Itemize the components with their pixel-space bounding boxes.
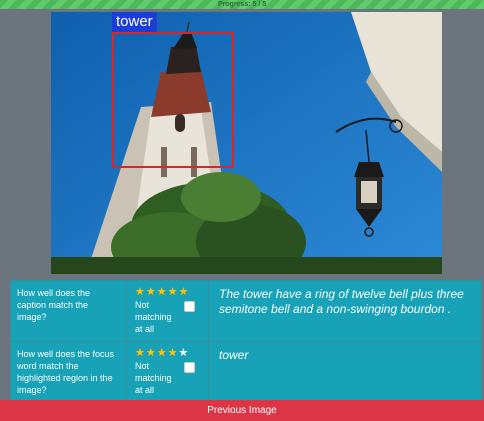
previous-image-button[interactable]: Previous Image [0,400,484,421]
not-matching-label: Not matching at all [135,300,172,334]
focus-response: tower [208,341,482,403]
progress-bar: Progress: 5 / 5 [0,0,484,9]
focus-star-rating[interactable]: ★ ★ ★ ★ ★ [135,348,202,359]
star-icon[interactable]: ★ [157,287,167,298]
caption-star-rating[interactable]: ★ ★ ★ ★ ★ [135,287,202,298]
not-matching-option: Not matching at all [135,299,202,335]
star-icon[interactable]: ★ [179,348,189,359]
rating-table: How well does the caption match the imag… [10,280,482,403]
star-icon[interactable]: ★ [146,287,156,298]
star-icon[interactable]: ★ [157,348,167,359]
highlighted-region-box [112,32,234,168]
star-icon[interactable]: ★ [168,287,178,298]
focus-rating-cell: ★ ★ ★ ★ ★ Not matching at all [126,341,209,403]
not-matching-option: Not matching at all [135,360,202,396]
table-row: How well does the caption match the imag… [10,280,482,342]
focus-question: How well does the focus word match the h… [10,341,127,403]
table-row: How well does the focus word match the h… [10,341,482,403]
photo [51,12,442,274]
checkbox-icon[interactable] [184,301,195,312]
star-icon[interactable]: ★ [135,287,145,298]
progress-label: Progress: 5 / 5 [217,1,267,8]
caption-rating-cell: ★ ★ ★ ★ ★ Not matching at all [126,280,209,342]
star-icon[interactable]: ★ [168,348,178,359]
checkbox-icon[interactable] [184,362,195,373]
focus-word-tag: tower [112,12,157,32]
star-icon[interactable]: ★ [135,348,145,359]
caption-question: How well does the caption match the imag… [10,280,127,342]
star-icon[interactable]: ★ [179,287,189,298]
caption-response: The tower have a ring of twelve bell plu… [208,280,482,342]
star-icon[interactable]: ★ [146,348,156,359]
not-matching-label: Not matching at all [135,361,172,395]
tower-photo [51,12,442,274]
